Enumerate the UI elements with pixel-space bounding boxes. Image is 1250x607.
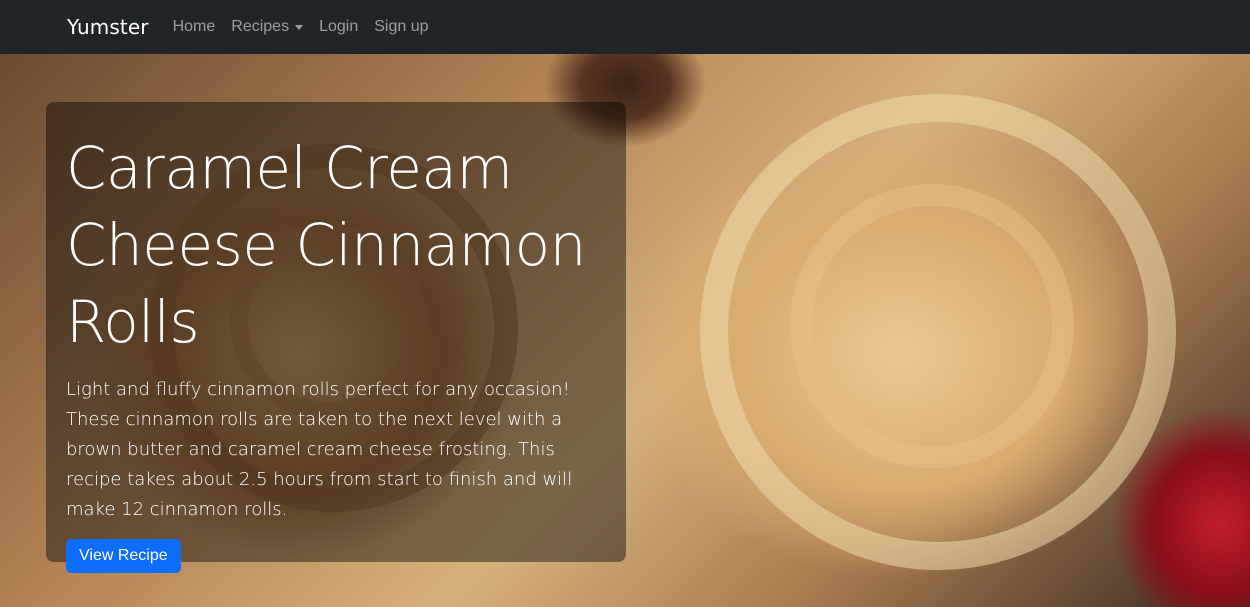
nav-link-signup[interactable]: Sign up (374, 18, 428, 36)
nav-link-login[interactable]: Login (319, 18, 358, 36)
brand-logo-link[interactable]: Yumster (67, 15, 149, 39)
hero-background-swirl (790, 184, 1074, 468)
nav-link-home[interactable]: Home (173, 18, 216, 36)
recipe-title: Caramel Cream Cheese Cinnamon Rolls (66, 134, 586, 356)
hero-banner: Caramel Cream Cheese Cinnamon Rolls Ligh… (0, 54, 1250, 607)
recipe-description: Light and fluffy cinnamon rolls perfect … (66, 379, 573, 520)
caret-down-icon (295, 24, 304, 30)
view-recipe-button[interactable]: View Recipe (66, 539, 181, 573)
nav-link-recipes-label: Recipes (231, 18, 290, 35)
navbar: Yumster Home Recipes Login Sign up (0, 0, 1250, 54)
hero-caption-card: Caramel Cream Cheese Cinnamon Rolls Ligh… (46, 102, 626, 573)
nav-link-recipes-dropdown[interactable]: Recipes (231, 18, 304, 36)
